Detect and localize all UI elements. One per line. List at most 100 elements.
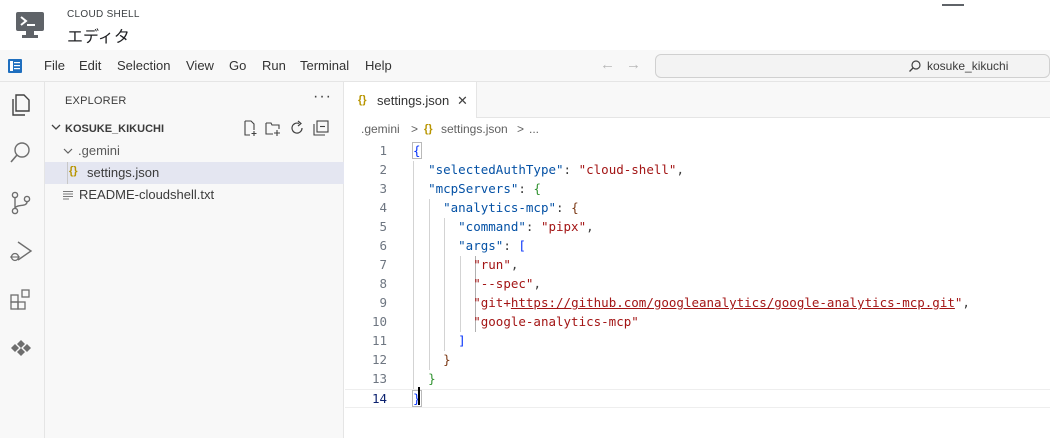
breadcrumb-separator: > bbox=[517, 122, 525, 136]
explorer-panel: EXPLORER ··· KOSUKE_KIKUCHI .gemini {} s… bbox=[45, 82, 344, 438]
line-number: 11 bbox=[371, 333, 387, 348]
command-center[interactable]: kosuke_kikuchi bbox=[655, 54, 1050, 78]
json-key: "args" bbox=[458, 238, 504, 253]
code-line: 8 "--spec", bbox=[345, 275, 1050, 294]
tree-item-gemini-folder[interactable]: .gemini bbox=[45, 140, 344, 162]
search-icon[interactable] bbox=[8, 140, 34, 166]
activity-bar bbox=[0, 82, 45, 438]
code-line: 4 "analytics-mcp": { bbox=[345, 199, 1050, 218]
indent-guide bbox=[67, 162, 68, 184]
run-debug-icon[interactable] bbox=[8, 238, 34, 264]
cloud-shell-label: CLOUD SHELL bbox=[67, 9, 140, 20]
url-link[interactable]: https://github.com/googleanalytics/googl… bbox=[511, 295, 955, 310]
workspace-name[interactable]: KOSUKE_KIKUCHI bbox=[65, 123, 164, 135]
line-number: 6 bbox=[379, 238, 387, 253]
json-string: "git+ bbox=[473, 295, 511, 310]
json-string: "--spec" bbox=[473, 276, 534, 291]
menu-edit[interactable]: Edit bbox=[79, 58, 101, 73]
explorer-title: EXPLORER bbox=[65, 95, 127, 107]
open-brace: { bbox=[412, 142, 422, 159]
new-folder-icon[interactable] bbox=[265, 120, 281, 136]
json-key: "command" bbox=[458, 219, 526, 234]
code-line: 11 ] bbox=[345, 332, 1050, 351]
command-center-text: kosuke_kikuchi bbox=[927, 59, 1009, 73]
code-line: 12 } bbox=[345, 351, 1050, 370]
code-line: 7 "run", bbox=[345, 256, 1050, 275]
code-line: 5 "command": "pipx", bbox=[345, 218, 1050, 237]
json-key: "mcpServers" bbox=[428, 181, 519, 196]
arrow-left-icon[interactable]: ← bbox=[600, 56, 615, 73]
code-line: 6 "args": [ bbox=[345, 237, 1050, 256]
explorer-icon[interactable] bbox=[8, 92, 34, 118]
line-number: 12 bbox=[371, 352, 387, 367]
line-number: 4 bbox=[379, 200, 387, 215]
extensions-icon[interactable] bbox=[8, 287, 34, 313]
json-string: "run" bbox=[473, 257, 511, 272]
tab-settings-json[interactable]: {} settings.json ✕ bbox=[345, 82, 477, 118]
line-number: 10 bbox=[371, 314, 387, 329]
tree-item-label: settings.json bbox=[87, 165, 160, 180]
editor-mode-title: エディタ bbox=[67, 29, 130, 46]
menu-selection[interactable]: Selection bbox=[117, 58, 170, 73]
menu-run[interactable]: Run bbox=[262, 58, 286, 73]
json-key: "selectedAuthType" bbox=[428, 162, 564, 177]
refresh-icon[interactable] bbox=[289, 120, 305, 136]
text-file-icon bbox=[63, 191, 73, 200]
json-string: "google-analytics-mcp" bbox=[473, 314, 639, 329]
menu-go[interactable]: Go bbox=[229, 58, 246, 73]
minimize-button[interactable] bbox=[942, 4, 964, 6]
tree-item-readme[interactable]: README-cloudshell.txt bbox=[45, 184, 344, 206]
json-key: "analytics-mcp" bbox=[443, 200, 556, 215]
new-file-icon[interactable] bbox=[242, 120, 258, 136]
code-line: 13 } bbox=[345, 370, 1050, 389]
code-line: 2 "selectedAuthType": "cloud-shell", bbox=[345, 161, 1050, 180]
menu-view[interactable]: View bbox=[186, 58, 214, 73]
menu-terminal[interactable]: Terminal bbox=[300, 58, 349, 73]
json-file-icon: {} bbox=[424, 123, 433, 135]
breadcrumb-folder[interactable]: .gemini bbox=[361, 122, 400, 136]
menu-file[interactable]: File bbox=[44, 58, 65, 73]
breadcrumb-separator: > bbox=[411, 122, 419, 136]
vscode-logo-icon bbox=[8, 59, 22, 73]
menu-bar: File Edit Selection View Go Run Terminal… bbox=[0, 50, 1050, 82]
tab-label: settings.json bbox=[377, 93, 450, 108]
line-number: 8 bbox=[379, 276, 387, 291]
code-line-current: 14 } bbox=[345, 389, 1050, 408]
text-cursor bbox=[418, 387, 420, 405]
tree-item-settings-json[interactable]: {} settings.json bbox=[45, 162, 344, 184]
line-number: 2 bbox=[379, 162, 387, 177]
menu-help[interactable]: Help bbox=[365, 58, 392, 73]
json-file-icon: {} bbox=[358, 94, 367, 106]
tree-item-label: .gemini bbox=[78, 143, 120, 158]
line-number: 1 bbox=[379, 143, 387, 158]
cloudshell-header: CLOUD SHELL エディタ bbox=[0, 0, 1050, 50]
code-line: 3 "mcpServers": { bbox=[345, 180, 1050, 199]
code-line: 9 "git+https://github.com/googleanalytic… bbox=[345, 294, 1050, 313]
tree-item-label: README-cloudshell.txt bbox=[79, 187, 215, 202]
json-file-icon: {} bbox=[69, 165, 78, 177]
json-string: "cloud-shell" bbox=[578, 162, 677, 177]
close-icon[interactable]: ✕ bbox=[457, 93, 468, 109]
code-line: 1 { bbox=[345, 142, 1050, 161]
source-control-icon[interactable] bbox=[8, 190, 34, 216]
cloud-shell-icon bbox=[16, 12, 44, 38]
line-number: 7 bbox=[379, 257, 387, 272]
breadcrumb-file[interactable]: settings.json bbox=[441, 122, 508, 136]
line-number: 13 bbox=[371, 371, 387, 386]
line-number: 9 bbox=[379, 295, 387, 310]
editor-area: {} settings.json ✕ .gemini > {} settings… bbox=[345, 82, 1050, 438]
gemini-icon[interactable] bbox=[8, 335, 34, 361]
chevron-down-icon bbox=[63, 148, 73, 154]
chevron-down-icon[interactable] bbox=[51, 122, 61, 132]
search-icon bbox=[909, 60, 921, 72]
line-number: 3 bbox=[379, 181, 387, 196]
line-number: 14 bbox=[371, 391, 387, 406]
code-line: 10 "google-analytics-mcp" bbox=[345, 313, 1050, 332]
breadcrumb-symbol[interactable]: ... bbox=[529, 122, 539, 136]
collapse-all-icon[interactable] bbox=[313, 120, 329, 136]
arrow-right-icon[interactable]: → bbox=[626, 56, 641, 73]
tab-bar: {} settings.json ✕ bbox=[345, 82, 1050, 118]
more-actions-icon[interactable]: ··· bbox=[313, 88, 332, 106]
json-string: "pipx" bbox=[540, 219, 587, 234]
line-number: 5 bbox=[379, 219, 387, 234]
